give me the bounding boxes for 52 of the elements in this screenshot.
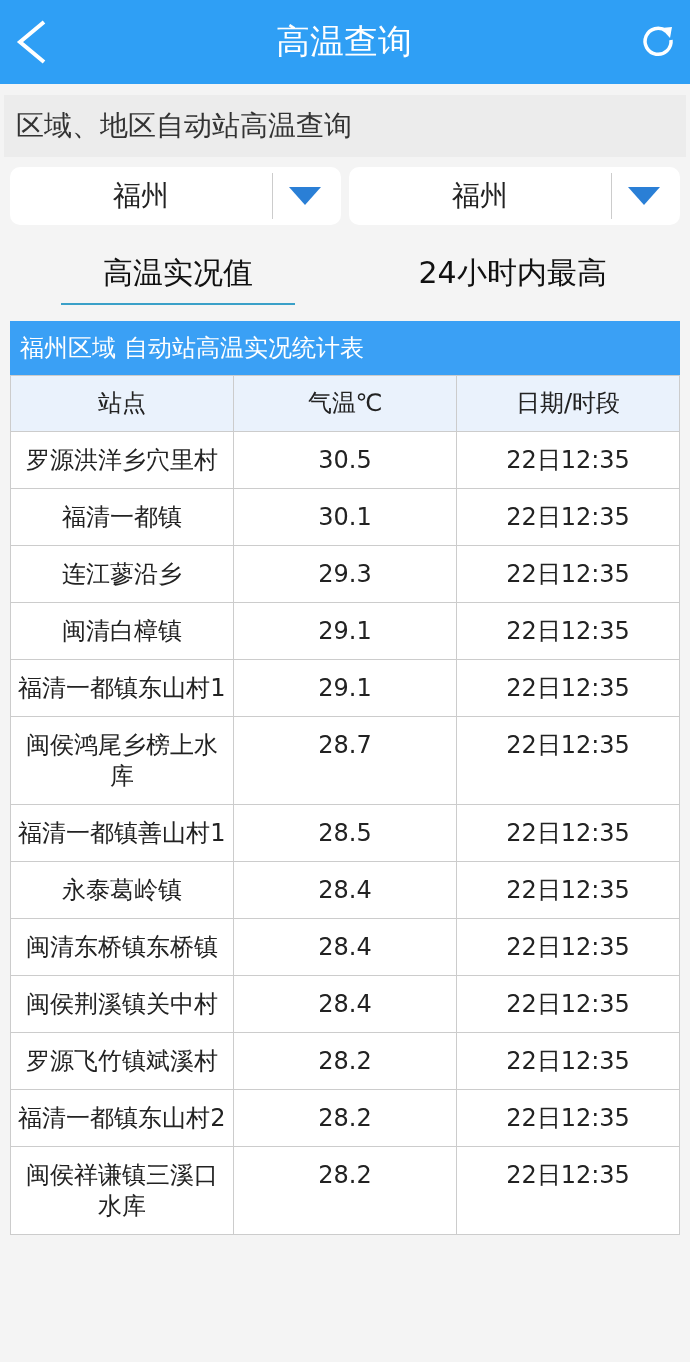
table-cell: 22日12:35 [456, 918, 680, 976]
table-cell: 福清一都镇 [10, 488, 234, 546]
table-cell: 28.2 [233, 1032, 457, 1090]
table-cell: 闽清白樟镇 [10, 602, 234, 660]
table-cell: 永泰葛岭镇 [10, 861, 234, 919]
table-cell: 29.1 [233, 602, 457, 660]
table-cell: 福清一都镇东山村2 [10, 1089, 234, 1147]
back-icon[interactable] [14, 18, 48, 66]
page-title: 高温查询 [276, 20, 412, 63]
table-cell: 22日12:35 [456, 659, 680, 717]
table-cell: 22日12:35 [456, 1146, 680, 1235]
table-cell: 罗源洪洋乡穴里村 [10, 431, 234, 489]
column-header: 站点 [10, 375, 234, 432]
table-title: 福州区域 自动站高温实况统计表 [10, 321, 680, 375]
table-cell: 28.4 [233, 975, 457, 1033]
tab[interactable]: 24小时内最高 [376, 253, 649, 305]
table-cell: 22日12:35 [456, 716, 680, 805]
table-cell: 22日12:35 [456, 1032, 680, 1090]
table-cell: 28.2 [233, 1146, 457, 1235]
table-cell: 22日12:35 [456, 431, 680, 489]
table-cell: 22日12:35 [456, 975, 680, 1033]
table-cell: 22日12:35 [456, 545, 680, 603]
table-cell: 闽侯鸿尾乡榜上水库 [10, 716, 234, 805]
table-cell: 29.1 [233, 659, 457, 717]
table-cell: 闽清东桥镇东桥镇 [10, 918, 234, 976]
table-cell: 罗源飞竹镇斌溪村 [10, 1032, 234, 1090]
column-header: 气温℃ [233, 375, 457, 432]
table-cell: 30.5 [233, 431, 457, 489]
section-title: 区域、地区自动站高温查询 [16, 108, 353, 144]
table-cell: 28.7 [233, 716, 457, 805]
region-dropdown[interactable]: 福州 [349, 167, 680, 225]
dropdown-arrow-icon [289, 187, 321, 205]
region-dropdown[interactable]: 福州 [10, 167, 341, 225]
table-cell: 22日12:35 [456, 488, 680, 546]
column-header: 日期/时段 [456, 375, 680, 432]
table-cell: 28.4 [233, 861, 457, 919]
table-cell: 22日12:35 [456, 804, 680, 862]
table-cell: 连江蓼沿乡 [10, 545, 234, 603]
table-cell: 福清一都镇善山村1 [10, 804, 234, 862]
table-cell: 28.5 [233, 804, 457, 862]
table-cell: 22日12:35 [456, 1089, 680, 1147]
table-cell: 28.4 [233, 918, 457, 976]
table-cell: 22日12:35 [456, 861, 680, 919]
table-cell: 闽侯祥谦镇三溪口水库 [10, 1146, 234, 1235]
table-cell: 福清一都镇东山村1 [10, 659, 234, 717]
table-cell: 29.3 [233, 545, 457, 603]
tab[interactable]: 高温实况值 [60, 253, 295, 305]
table-cell: 28.2 [233, 1089, 457, 1147]
dropdown-arrow-icon [628, 187, 660, 205]
table-cell: 闽侯荆溪镇关中村 [10, 975, 234, 1033]
table-cell: 22日12:35 [456, 602, 680, 660]
table-cell: 30.1 [233, 488, 457, 546]
